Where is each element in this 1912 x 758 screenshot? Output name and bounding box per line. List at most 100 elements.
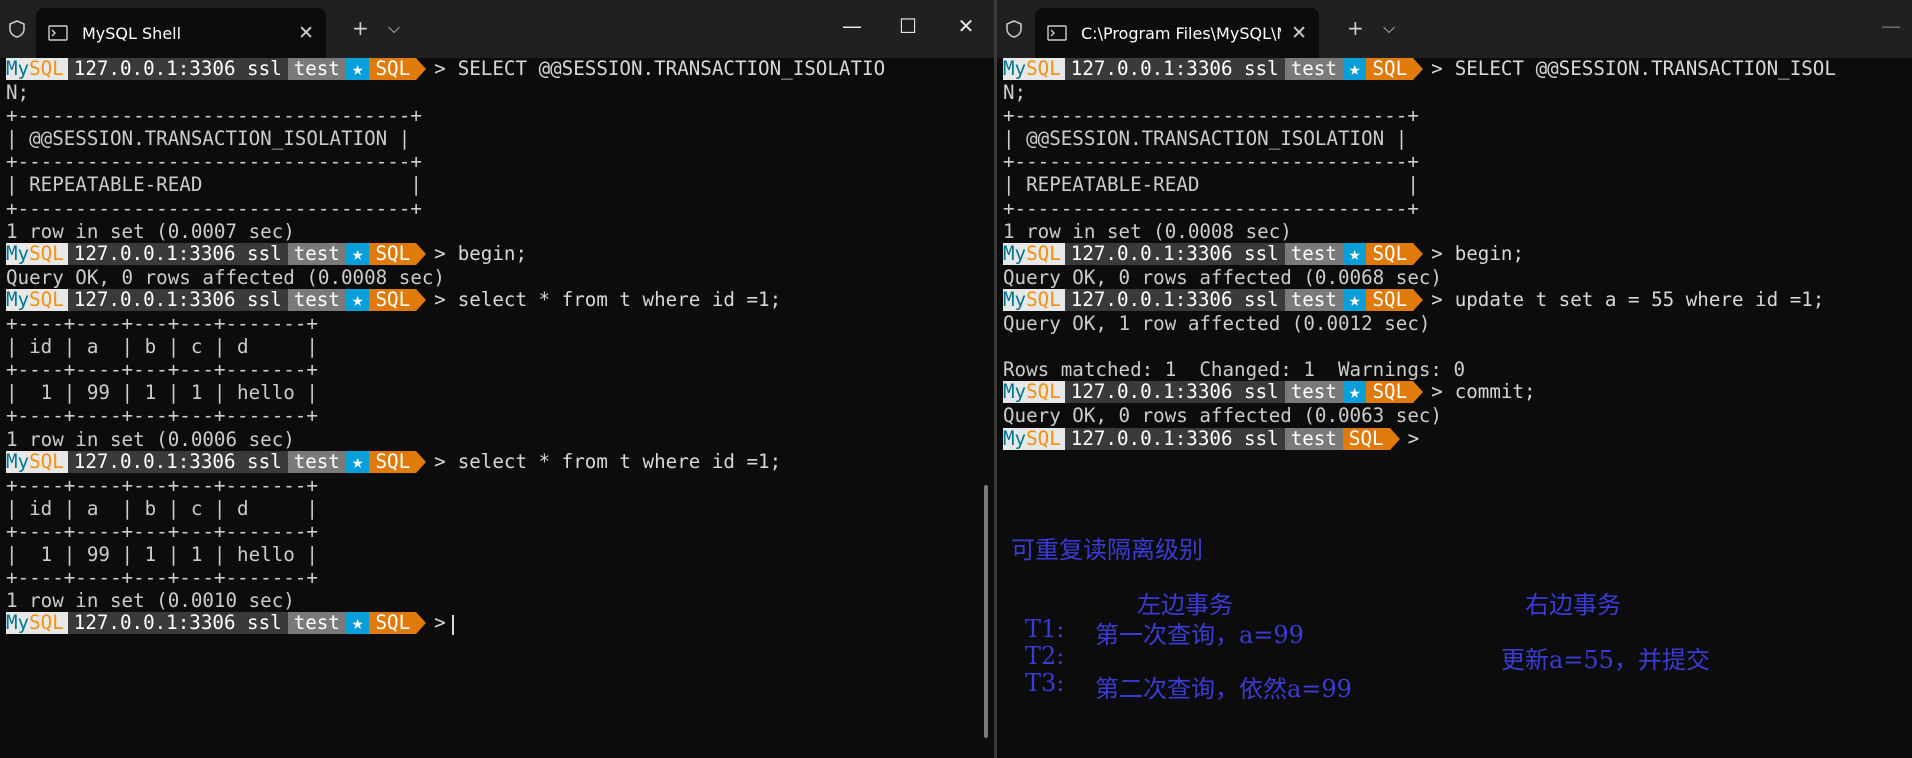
prompt-line: MySQL 127.0.0.1:3306 ssl test ★ SQL > SELECT @… [1003, 58, 1912, 81]
annotation-t1-label: T1: [1025, 615, 1065, 643]
prompt-schema: test [1284, 242, 1343, 265]
prompt-arrow-icon [1413, 381, 1424, 404]
prompt-mode: SQL [1366, 288, 1414, 311]
command-text: select * from t where id =1; [457, 449, 782, 473]
close-tab-icon[interactable]: ✕ [1291, 22, 1307, 44]
tab-dropdown-icon[interactable]: ⌵ [388, 14, 400, 42]
prompt-gt: > [434, 241, 446, 265]
output-line: +----------------------------------+ [1003, 104, 1419, 128]
prompt-mode: SQL [1366, 58, 1414, 80]
prompt-mode: SQL [369, 58, 417, 80]
mysql-badge: MySQL [6, 612, 68, 635]
prompt-arrow-icon [416, 288, 427, 311]
prompt-arrow-icon [416, 58, 427, 80]
tab-title: C:\Program Files\MySQL\MyS [1081, 23, 1281, 43]
minimize-button[interactable]: — [1869, 8, 1912, 44]
star-icon: ★ [1342, 242, 1367, 265]
output-line: Query OK, 0 rows affected (0.0063 sec) [1003, 404, 1442, 428]
prompt-host: 127.0.0.1:3306 ssl [67, 242, 288, 265]
mysql-badge-my: My [1003, 426, 1027, 450]
prompt-line: MySQL 127.0.0.1:3306 ssl test ★ SQL > update t… [1003, 287, 1912, 312]
prompt-mode: SQL [1342, 427, 1390, 450]
prompt-gt: > [1431, 58, 1443, 80]
command-text: SELECT @@SESSION.TRANSACTION_ISOLATIO [457, 58, 886, 80]
mysql-badge: MySQL [6, 288, 68, 311]
prompt-mode: SQL [369, 450, 417, 473]
mysql-badge: MySQL [6, 450, 68, 473]
tab-dropdown-icon[interactable]: ⌵ [1383, 14, 1395, 42]
output-line: | id | a | b | c | d | [6, 496, 318, 520]
output-line: Query OK, 0 rows affected (0.0068 sec) [1003, 265, 1442, 289]
star-icon: ★ [1342, 288, 1367, 311]
minimize-button[interactable]: — [830, 8, 874, 44]
mysql-badge-my: My [1003, 380, 1027, 404]
mysql-badge-sql: SQL [1026, 58, 1061, 80]
scrollbar[interactable] [984, 485, 988, 738]
titlebar: C:\Program Files\MySQL\MyS ✕ + ⌵ — [997, 0, 1912, 58]
mysql-badge-sql: SQL [1026, 380, 1061, 404]
prompt-host: 127.0.0.1:3306 ssl [67, 612, 288, 635]
star-icon: ★ [345, 242, 370, 265]
mysql-badge-my: My [6, 58, 30, 80]
output-line: +----+----+---+---+-------+ [6, 566, 318, 590]
prompt-schema: test [1284, 288, 1343, 311]
mysql-badge: MySQL [1003, 426, 1065, 450]
close-window-button[interactable]: ✕ [944, 8, 988, 44]
mysql-badge-sql: SQL [1026, 287, 1061, 311]
prompt-line: MySQL 127.0.0.1:3306 ssl test ★ SQL > [6, 612, 994, 635]
prompt-line: MySQL 127.0.0.1:3306 ssl test SQL > [1003, 426, 1912, 451]
prompt-mode: SQL [1366, 381, 1414, 404]
prompt-host: 127.0.0.1:3306 ssl [67, 288, 288, 311]
close-tab-icon[interactable]: ✕ [298, 22, 314, 44]
prompt-gt: > [434, 58, 446, 80]
prompt-schema: test [287, 450, 346, 473]
prompt-gt: > [434, 287, 446, 311]
prompt-arrow-icon [1413, 58, 1424, 80]
prompt-line: MySQL 127.0.0.1:3306 ssl test ★ SQL > begin; [1003, 242, 1912, 266]
output-line: +----+----+---+---+-------+ [6, 519, 318, 543]
output-line: | REPEATABLE-READ | [6, 173, 422, 197]
prompt-gt: > [1407, 426, 1420, 450]
terminal-output[interactable]: MySQL 127.0.0.1:3306 ssl test ★ SQL > SELECT @… [1003, 58, 1912, 758]
output-line: N; [6, 81, 30, 105]
output-line: +----------------------------------+ [1003, 150, 1419, 174]
prompt-arrow-icon [416, 612, 427, 635]
output-line: Query OK, 0 rows affected (0.0008 sec) [6, 265, 445, 289]
terminal-output[interactable]: MySQL 127.0.0.1:3306 ssl test ★ SQL > SELECT @… [6, 58, 994, 758]
mysql-badge-my: My [1003, 58, 1027, 80]
mysql-badge: MySQL [1003, 58, 1065, 80]
new-tab-button[interactable]: + [352, 14, 369, 42]
text-cursor[interactable] [451, 614, 454, 635]
prompt-line: MySQL 127.0.0.1:3306 ssl test ★ SQL > select *… [6, 449, 994, 474]
star-icon: ★ [1342, 58, 1367, 80]
prompt-line: MySQL 127.0.0.1:3306 ssl test ★ SQL > commit; [1003, 381, 1912, 404]
output-line: 1 row in set (0.0007 sec) [6, 219, 295, 243]
star-icon: ★ [345, 612, 370, 635]
star-icon: ★ [345, 288, 370, 311]
titlebar: MySQL Shell ✕ + ⌵ — ☐ ✕ [0, 0, 994, 58]
maximize-button[interactable]: ☐ [886, 8, 930, 44]
tab-cmd-mysql[interactable]: C:\Program Files\MySQL\MyS ✕ [1035, 8, 1319, 58]
annotation-t2-right: 更新a=55，并提交 [1501, 646, 1710, 674]
output-line: +----------------------------------+ [6, 196, 422, 220]
annotation-right-header: 右边事务 [1525, 591, 1621, 619]
star-icon: ★ [345, 58, 370, 80]
prompt-arrow-icon [1389, 427, 1400, 450]
mysql-badge-sql: SQL [29, 241, 64, 265]
output-line: | 1 | 99 | 1 | 1 | hello | [6, 542, 318, 566]
output-line: 1 row in set (0.0006 sec) [6, 427, 295, 451]
prompt-host: 127.0.0.1:3306 ssl [1064, 242, 1285, 265]
prompt-arrow-icon [416, 450, 427, 473]
mysql-badge: MySQL [1003, 242, 1065, 265]
prompt-mode: SQL [369, 612, 417, 635]
tab-mysql-shell[interactable]: MySQL Shell ✕ [36, 8, 326, 58]
prompt-host: 127.0.0.1:3306 ssl [1064, 58, 1285, 80]
shield-icon [9, 20, 25, 38]
new-tab-button[interactable]: + [1347, 14, 1364, 42]
output-line: 1 row in set (0.0008 sec) [1003, 219, 1292, 243]
right-terminal-window: C:\Program Files\MySQL\MyS ✕ + ⌵ — MySQL… [996, 0, 1912, 758]
star-icon: ★ [345, 450, 370, 473]
output-line: +----------------------------------+ [1003, 196, 1419, 220]
prompt-schema: test [1284, 381, 1343, 404]
